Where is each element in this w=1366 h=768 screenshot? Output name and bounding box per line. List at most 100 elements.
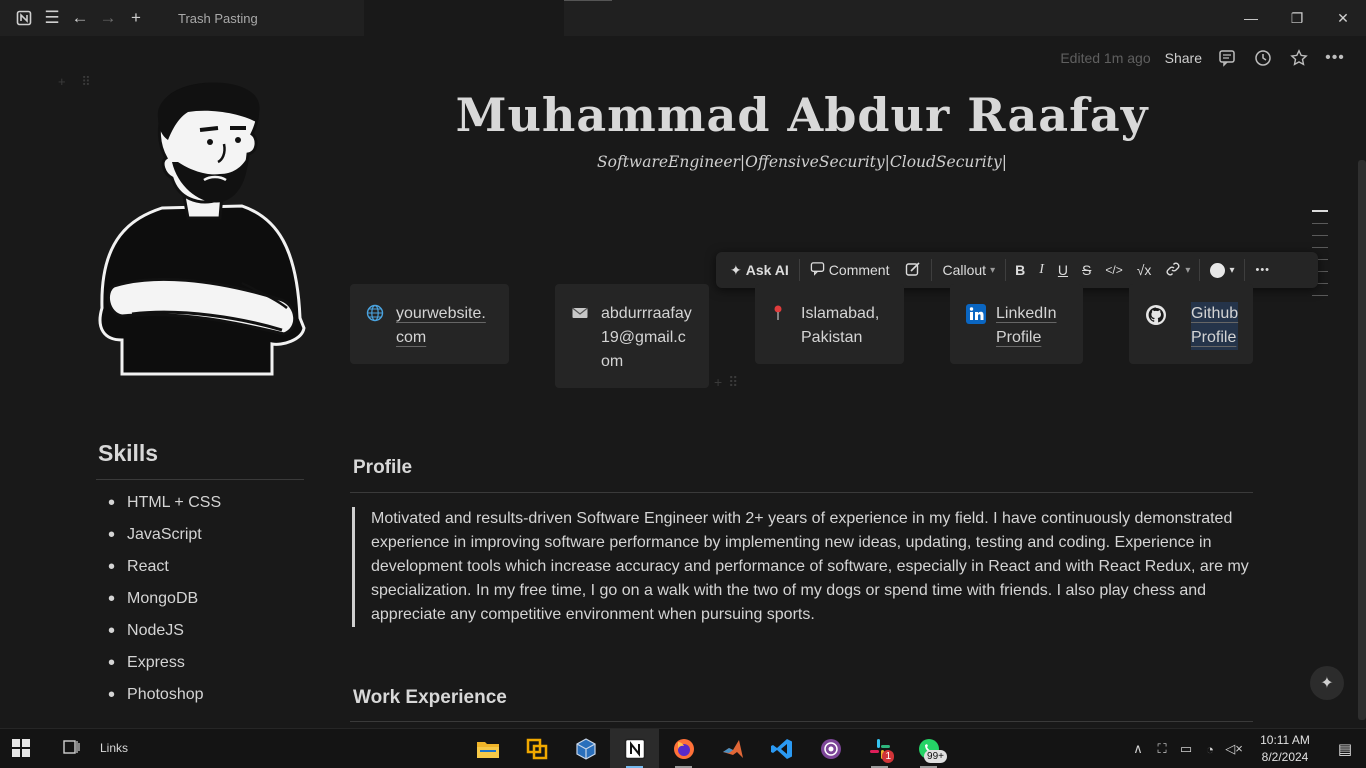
skills-heading[interactable]: Skills <box>98 440 158 467</box>
location-text[interactable]: Islamabad, Pakistan <box>801 302 879 364</box>
profile-quote[interactable]: Motivated and results-driven Software En… <box>352 507 1252 627</box>
list-item[interactable]: JavaScript <box>108 524 221 556</box>
strikethrough-button[interactable]: S <box>1075 256 1098 284</box>
contact-card-location[interactable]: Islamabad, Pakistan <box>755 284 904 364</box>
vscode-icon[interactable] <box>757 729 806 768</box>
mail-icon <box>571 302 601 388</box>
scrollbar[interactable] <box>1358 160 1366 720</box>
firefox-icon[interactable] <box>659 729 708 768</box>
linkedin-link[interactable]: LinkedIn Profile <box>996 302 1057 364</box>
color-swatch-icon <box>1210 262 1226 278</box>
github-link[interactable]: Github Profile <box>1191 302 1239 350</box>
network-share-icon[interactable]: ⛶ <box>1150 741 1174 757</box>
website-link[interactable]: yourwebsite. com <box>396 302 486 364</box>
comment-button[interactable]: Comment <box>802 256 898 284</box>
battery-icon[interactable]: ▭ <box>1174 741 1198 757</box>
task-view-icon[interactable] <box>62 738 80 761</box>
title-bar: ☰ ← → + Trash Pasting — ❐ ✕ <box>0 0 1366 36</box>
forward-arrow-icon[interactable]: → <box>94 4 122 32</box>
ai-assistant-button[interactable]: ✦ <box>1310 666 1344 700</box>
list-item[interactable]: React <box>108 556 221 588</box>
chevron-up-icon[interactable]: ∧ <box>1126 741 1150 757</box>
email-text[interactable]: abdurrraafay 19@gmail.c om <box>601 302 692 388</box>
block-drag-handle-icon[interactable]: + ⠿ <box>58 74 97 90</box>
block-drag-handle-icon[interactable]: +⠿ <box>714 374 744 391</box>
whatsapp-icon[interactable]: 99+ <box>904 729 953 768</box>
comments-icon[interactable] <box>1216 47 1238 69</box>
sparkle-icon: ✦ <box>1320 675 1334 692</box>
clock-time: 10:11 AM <box>1260 733 1310 747</box>
share-button[interactable]: Share <box>1165 50 1202 66</box>
list-item[interactable]: NodeJS <box>108 620 221 652</box>
more-options-icon[interactable]: ••• <box>1324 47 1346 69</box>
menu-icon[interactable]: ☰ <box>38 4 66 32</box>
notification-center-icon[interactable]: ▤ <box>1324 740 1366 758</box>
taskbar: Links 1 99+ ∧ ⛶ ▭ ◔ ◁× 10:11 AM 8/2/2024… <box>0 728 1366 768</box>
windows-start-icon[interactable] <box>12 739 30 762</box>
inline-code-button[interactable]: </> <box>1098 256 1129 284</box>
chevron-down-icon: ▾ <box>1185 264 1191 276</box>
list-item[interactable]: Express <box>108 652 221 684</box>
text-color-button[interactable]: ▾ <box>1202 256 1242 284</box>
ask-ai-button[interactable]: ✦ Ask AI <box>722 256 797 284</box>
tab-title[interactable]: Trash Pasting <box>178 11 258 26</box>
contact-card-linkedin[interactable]: LinkedIn Profile <box>950 284 1083 364</box>
math-equation-button[interactable]: √x <box>1130 256 1159 284</box>
edited-status: Edited 1m ago <box>1060 50 1151 66</box>
vmware-icon[interactable] <box>512 729 561 768</box>
links-toolbar[interactable]: Links <box>100 741 128 755</box>
tab-indicator <box>564 0 612 1</box>
new-tab-plus-icon[interactable]: + <box>122 4 150 32</box>
block-type-label: Callout <box>942 262 987 278</box>
edit-icon <box>905 261 921 280</box>
file-explorer-icon[interactable] <box>463 729 512 768</box>
link-icon <box>1165 261 1181 280</box>
sparkle-icon: ✦ <box>730 261 742 278</box>
history-clock-icon[interactable] <box>1252 47 1274 69</box>
maximize-button[interactable]: ❐ <box>1274 0 1320 36</box>
contact-card-email[interactable]: abdurrraafay 19@gmail.c om <box>555 284 709 388</box>
notion-logo-icon[interactable] <box>10 4 38 32</box>
back-arrow-icon[interactable]: ← <box>66 4 94 32</box>
page-title[interactable]: Muhammad Abdur Raafay <box>352 88 1252 142</box>
list-item[interactable]: MongoDB <box>108 588 221 620</box>
suggest-edit-button[interactable] <box>897 256 929 284</box>
contact-card-website[interactable]: yourwebsite. com <box>350 284 509 364</box>
clock[interactable]: 10:11 AM 8/2/2024 <box>1246 732 1324 766</box>
divider <box>350 492 1253 493</box>
window-controls: — ❐ ✕ <box>1228 0 1366 36</box>
link-button[interactable]: ▾ <box>1158 256 1197 284</box>
tor-browser-icon[interactable] <box>806 729 855 768</box>
profile-heading[interactable]: Profile <box>353 457 412 479</box>
virtualbox-icon[interactable] <box>561 729 610 768</box>
underline-button[interactable]: U <box>1051 256 1075 284</box>
divider <box>350 721 1253 722</box>
work-experience-heading[interactable]: Work Experience <box>353 687 507 709</box>
globe-icon <box>366 302 396 364</box>
page-subtitle[interactable]: SoftwareEngineer|OffensiveSecurity|Cloud… <box>352 153 1252 171</box>
close-button[interactable]: ✕ <box>1320 0 1366 36</box>
matlab-icon[interactable] <box>708 729 757 768</box>
list-item[interactable]: HTML + CSS <box>108 492 221 524</box>
linkedin-icon <box>966 302 996 364</box>
chevron-down-icon: ▾ <box>1229 264 1235 276</box>
list-item[interactable]: Photoshop <box>108 684 221 716</box>
page-topbar: Edited 1m ago Share ••• <box>1060 44 1346 72</box>
formatting-toolbar: ✦ Ask AI Comment Callout ▾ B I U S </> √… <box>716 252 1318 288</box>
skills-list: HTML + CSS JavaScript React MongoDB Node… <box>108 492 221 716</box>
volume-muted-icon[interactable]: ◁× <box>1222 741 1246 757</box>
contact-card-github[interactable]: Github Profile <box>1129 284 1253 364</box>
slack-badge: 1 <box>882 750 894 763</box>
more-options-button[interactable]: ••• <box>1247 256 1278 284</box>
minimize-button[interactable]: — <box>1228 0 1274 36</box>
italic-button[interactable]: I <box>1032 256 1051 284</box>
favorite-star-icon[interactable] <box>1288 47 1310 69</box>
notion-app-icon[interactable] <box>610 729 659 768</box>
comment-label: Comment <box>828 262 890 278</box>
slack-icon[interactable]: 1 <box>855 729 904 768</box>
ask-ai-label: Ask AI <box>745 262 789 278</box>
bold-button[interactable]: B <box>1008 256 1032 284</box>
block-type-dropdown[interactable]: Callout ▾ <box>934 256 1003 284</box>
wifi-icon[interactable]: ◔ <box>1198 742 1222 757</box>
whatsapp-badge: 99+ <box>924 750 947 763</box>
